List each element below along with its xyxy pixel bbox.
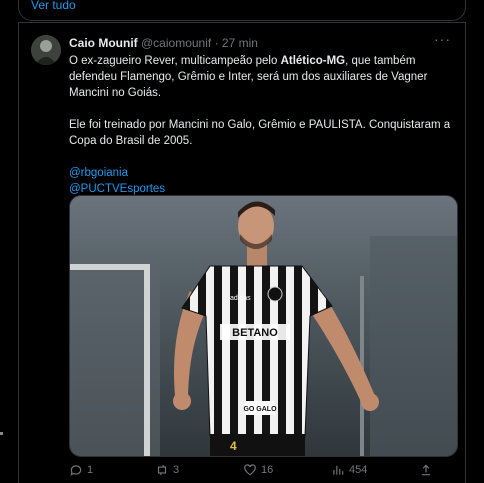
separator-dot: · [214,36,219,50]
retweet-count: 3 [173,464,180,476]
author-name[interactable]: Caio Mounif [69,36,138,50]
views-chart-icon [333,465,344,475]
share-icon [421,464,431,476]
tweet-actions: 1 3 16 454 [69,463,459,483]
retweet-button[interactable]: 3 [155,463,179,477]
jersey-brand: adidas [230,295,251,302]
views-count: 454 [349,464,368,476]
tweet-header: Caio Mounif @caiomounif · 27 min [69,36,258,50]
author-handle[interactable]: @caiomounif [141,36,211,50]
reply-count: 1 [87,464,94,476]
jersey-sponsor-2: GO GALO [243,406,277,413]
reply-icon [70,465,82,476]
tweet-paragraph-1: O ex-zagueiro Rever, multicampeão pelo A… [69,53,453,101]
like-button[interactable]: 16 [243,463,273,477]
show-more-link[interactable]: Ver tudo [31,0,76,12]
ellipsis-icon[interactable]: ··· [434,31,451,47]
player-photo-illustration: BETANO adidas GO GALO 4 [70,196,457,456]
edge-marker [0,432,3,435]
tweet-paragraph-2: Ele foi treinado por Mancini no Galo, Gr… [69,119,451,147]
retweet-icon [157,464,167,476]
tweet-photo[interactable]: BETANO adidas GO GALO 4 [69,195,458,457]
jersey-number: 4 [230,439,237,453]
share-button[interactable] [419,463,433,477]
previous-tweet-card: Ver tudo [18,0,466,21]
jersey-sponsor: BETANO [232,327,278,339]
mention-rbgoiania[interactable]: @rbgoiania [69,165,453,181]
paragraph1-before: O ex-zagueiro Rever, multicampeão pelo [69,55,281,67]
avatar[interactable] [31,35,61,65]
like-count: 16 [261,464,274,476]
paragraph1-bold: Atlético-MG [280,55,346,67]
reply-button[interactable]: 1 [69,463,93,477]
tweet-text: O ex-zagueiro Rever, multicampeão pelo A… [69,53,453,197]
tweet-time[interactable]: 27 min [222,36,258,50]
heart-icon [244,464,256,476]
views-button[interactable]: 454 [331,463,367,477]
tweet[interactable]: Caio Mounif @caiomounif · 27 min ··· O e… [18,22,466,483]
